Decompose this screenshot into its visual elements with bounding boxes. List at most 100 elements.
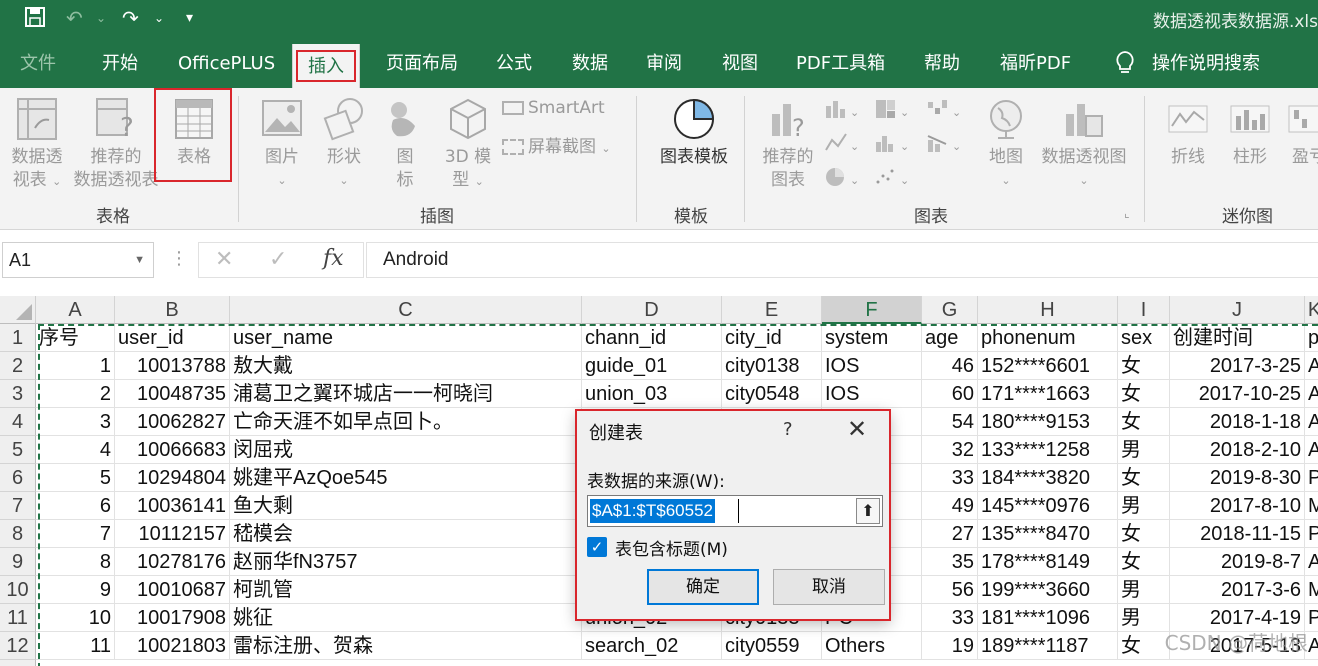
row-header[interactable]: 1 <box>0 324 36 352</box>
table-cell[interactable]: 46 <box>922 352 978 380</box>
table-cell[interactable]: 152****6601 <box>978 352 1118 380</box>
table-cell[interactable]: 10294804 <box>115 464 230 492</box>
header-cell[interactable]: city_id <box>722 324 822 352</box>
combo-chart-icon[interactable]: ⌄ <box>926 132 966 158</box>
name-box[interactable]: A1 ▼ <box>2 242 154 278</box>
header-cell[interactable]: chann_id <box>582 324 722 352</box>
sparkline-winloss-button[interactable]: 盈亏 <box>1286 96 1318 169</box>
chevron-down-icon[interactable]: ▼ <box>134 243 145 277</box>
table-cell[interactable]: 亡命天涯不如早点回卜。 <box>230 408 582 436</box>
recommended-charts-button[interactable]: ? 推荐的 图表 <box>756 96 820 192</box>
table-cell[interactable]: 女 <box>1118 520 1170 548</box>
tab-insert[interactable]: 插入 <box>292 44 360 88</box>
maps-button[interactable]: 地图 ⌄ <box>980 96 1032 192</box>
row-header[interactable]: 3 <box>0 380 36 408</box>
table-cell[interactable]: A <box>1305 548 1318 576</box>
cancel-button[interactable]: 取消 <box>773 569 885 605</box>
undo-dropdown-icon[interactable]: ⌄ <box>96 6 106 30</box>
column-chart-icon[interactable]: ⌄ <box>824 98 864 124</box>
table-cell[interactable]: 180****9153 <box>978 408 1118 436</box>
table-cell[interactable]: 鱼大剩 <box>230 492 582 520</box>
column-header-i[interactable]: I <box>1118 296 1170 324</box>
header-cell[interactable]: user_name <box>230 324 582 352</box>
table-cell[interactable]: 10 <box>36 604 115 632</box>
row-header[interactable]: 8 <box>0 520 36 548</box>
table-cell[interactable]: 4 <box>36 436 115 464</box>
redo-icon[interactable]: ↷ <box>122 6 139 30</box>
has-headers-checkbox[interactable]: ✓ <box>587 537 607 557</box>
table-cell[interactable]: 姚建平AzQoe545 <box>230 464 582 492</box>
table-cell[interactable]: 33 <box>922 464 978 492</box>
column-header-a[interactable]: A <box>36 296 115 324</box>
select-all-corner[interactable] <box>0 296 36 324</box>
pie-icon[interactable]: ⌄ <box>824 166 864 192</box>
tab-foxit-pdf[interactable]: 福昕PDF <box>1000 50 1071 80</box>
column-header-k[interactable]: K <box>1305 296 1318 324</box>
table-cell[interactable]: 女 <box>1118 380 1170 408</box>
table-cell[interactable]: 10066683 <box>115 436 230 464</box>
statistic-chart-icon[interactable]: ⌄ <box>874 132 914 158</box>
icons-button[interactable]: 图 标 <box>382 96 428 192</box>
table-cell[interactable]: 2019-8-7 <box>1170 548 1305 576</box>
table-cell[interactable]: IOS <box>822 352 922 380</box>
table-cell[interactable]: A <box>1305 436 1318 464</box>
table-cell[interactable]: 10021803 <box>115 632 230 660</box>
column-header-j[interactable]: J <box>1170 296 1305 324</box>
ok-button[interactable]: 确定 <box>647 569 759 605</box>
close-icon[interactable]: ✕ <box>847 415 867 443</box>
has-headers-label[interactable]: 表包含标题(M) <box>615 535 728 560</box>
table-cell[interactable]: 1 <box>36 352 115 380</box>
column-header-c[interactable]: C <box>230 296 582 324</box>
header-cell[interactable]: sex <box>1118 324 1170 352</box>
table-cell[interactable]: 10112157 <box>115 520 230 548</box>
row-header[interactable]: 9 <box>0 548 36 576</box>
save-icon[interactable] <box>24 6 46 33</box>
pivot-table-button[interactable]: 数据透 视表 ⌄ <box>6 96 68 193</box>
more-options-icon[interactable]: ⋮ <box>170 248 188 269</box>
table-cell[interactable]: 49 <box>922 492 978 520</box>
help-icon[interactable]: ? <box>783 419 793 440</box>
tab-view[interactable]: 视图 <box>722 50 758 80</box>
table-cell[interactable]: 7 <box>36 520 115 548</box>
header-cell[interactable]: age <box>922 324 978 352</box>
table-cell[interactable]: 11 <box>36 632 115 660</box>
table-cell[interactable]: M <box>1305 576 1318 604</box>
tab-formulas[interactable]: 公式 <box>496 50 532 80</box>
formula-input[interactable]: Android <box>366 242 1318 278</box>
table-cell[interactable]: 199****3660 <box>978 576 1118 604</box>
table-cell[interactable]: 181****1096 <box>978 604 1118 632</box>
table-cell[interactable]: 171****1663 <box>978 380 1118 408</box>
enter-icon[interactable]: ✓ <box>269 247 287 272</box>
collapse-dialog-icon[interactable]: ⬆ <box>856 498 880 524</box>
table-cell[interactable]: 10010687 <box>115 576 230 604</box>
recommended-pivot-button[interactable]: ? 推荐的 数据透视表 <box>70 96 162 192</box>
row-header[interactable]: 10 <box>0 576 36 604</box>
table-cell[interactable]: 2018-1-18 <box>1170 408 1305 436</box>
tell-me-search[interactable]: 操作说明搜索 <box>1152 50 1260 80</box>
table-cell[interactable]: 178****8149 <box>978 548 1118 576</box>
table-cell[interactable]: 54 <box>922 408 978 436</box>
table-cell[interactable]: 184****3820 <box>978 464 1118 492</box>
row-header[interactable]: 4 <box>0 408 36 436</box>
table-cell[interactable]: 9 <box>36 576 115 604</box>
row-header[interactable]: 11 <box>0 604 36 632</box>
row-header[interactable] <box>0 660 36 666</box>
table-cell[interactable]: city0548 <box>722 380 822 408</box>
table-cell[interactable]: 10017908 <box>115 604 230 632</box>
table-cell[interactable]: A <box>1305 380 1318 408</box>
customize-toolbar-icon[interactable]: ▾ <box>186 6 193 30</box>
table-cell[interactable]: 19 <box>922 632 978 660</box>
table-cell[interactable]: 浦葛卫之翼环城店一一柯晓闫 <box>230 380 582 408</box>
table-cell[interactable]: 145****0976 <box>978 492 1118 520</box>
header-cell[interactable]: 创建时间 <box>1170 324 1305 352</box>
row-header[interactable]: 6 <box>0 464 36 492</box>
table-cell[interactable]: 60 <box>922 380 978 408</box>
column-header-b[interactable]: B <box>115 296 230 324</box>
table-cell[interactable]: P <box>1305 464 1318 492</box>
table-cell[interactable]: 男 <box>1118 436 1170 464</box>
table-cell[interactable]: 2017-8-10 <box>1170 492 1305 520</box>
3d-models-button[interactable]: 3D 模 型 ⌄ <box>438 96 498 193</box>
chart-template-button[interactable]: 图表模板 <box>654 96 734 169</box>
table-cell[interactable]: 10013788 <box>115 352 230 380</box>
header-cell[interactable]: system <box>822 324 922 352</box>
